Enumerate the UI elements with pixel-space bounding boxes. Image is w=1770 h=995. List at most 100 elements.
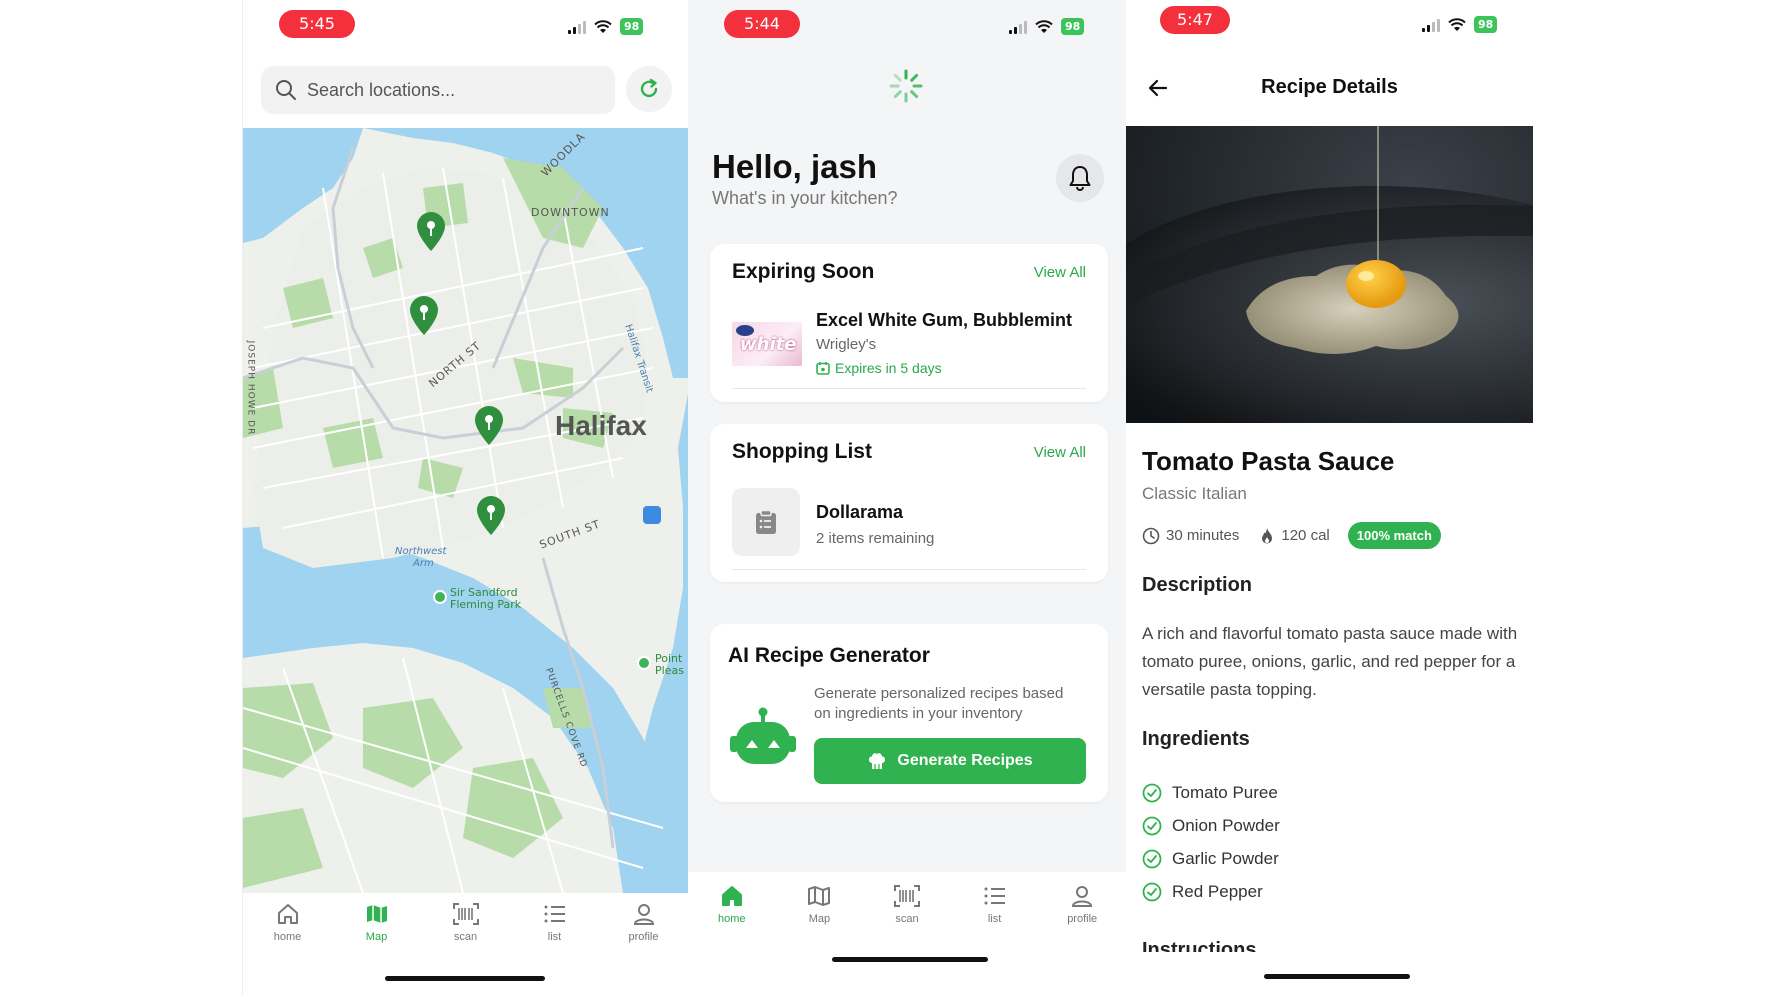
tab-bar: home Map scan list profile	[688, 884, 1126, 925]
battery-indicator: 98	[1474, 16, 1498, 33]
tab-scan[interactable]: scan	[426, 902, 506, 943]
barcode-icon	[893, 885, 920, 907]
expiring-item-brand: Wrigley's	[816, 336, 877, 353]
tab-scan[interactable]: scan	[867, 884, 947, 925]
clipboard-icon	[756, 509, 776, 534]
location-pin-icon[interactable]	[473, 404, 505, 446]
signal-icon	[568, 20, 586, 34]
home-indicator[interactable]	[385, 976, 545, 981]
instructions-heading: Instructions	[1142, 939, 1257, 952]
wifi-icon	[594, 19, 612, 33]
status-bar: 5:45 98	[243, 0, 688, 52]
location-pin-icon[interactable]	[415, 210, 447, 252]
recipe-details-screen: 5:47 98 Recipe Details Tomato Pasta Sauc…	[1126, 0, 1533, 995]
recipe-cuisine: Classic Italian	[1142, 484, 1247, 503]
tab-label: list	[547, 931, 562, 943]
status-time: 5:47	[1160, 6, 1230, 34]
recipe-description: A rich and flavorful tomato pasta sauce …	[1142, 624, 1518, 699]
search-input[interactable]	[307, 79, 587, 101]
map-view[interactable]: DOWNTOWN WOODLA NORTH ST SOUTH ST JOSEPH…	[243, 128, 688, 893]
notifications-button[interactable]	[1056, 154, 1104, 202]
recipe-time: 30 minutes	[1166, 527, 1240, 544]
tab-list[interactable]: list	[515, 902, 595, 943]
status-icons: 98	[1009, 18, 1085, 35]
tab-label: profile	[628, 931, 659, 943]
ingredient-name: Tomato Puree	[1172, 782, 1278, 802]
transit-stop-icon[interactable]	[643, 506, 661, 524]
park-marker-icon[interactable]	[433, 590, 447, 604]
product-thumbnail[interactable]: white	[732, 322, 802, 366]
shopping-list-thumb[interactable]	[732, 488, 800, 556]
barcode-icon	[452, 903, 479, 925]
wifi-icon	[1035, 19, 1053, 33]
ingredient-item: Garlic Powder	[1142, 842, 1280, 875]
tab-list[interactable]: list	[955, 884, 1035, 925]
flame-icon	[1262, 527, 1273, 543]
status-time: 5:44	[724, 10, 800, 38]
map-screen: 5:45 98 Search locations... DOWNTOWN WOO…	[242, 0, 688, 995]
map-icon	[366, 905, 387, 923]
expiring-item-name[interactable]: Excel White Gum, Bubblemint	[816, 310, 1072, 331]
map-label-northwest: Northwest	[395, 546, 447, 557]
home-icon	[277, 904, 298, 924]
ingredient-item: Tomato Puree	[1142, 776, 1280, 809]
expiring-view-all-link[interactable]: View All	[1034, 264, 1086, 281]
tab-profile[interactable]: profile	[604, 902, 684, 943]
home-icon	[721, 886, 742, 906]
signal-icon	[1422, 18, 1440, 32]
home-indicator[interactable]	[1264, 974, 1410, 979]
map-label-point-2: Pleas	[655, 664, 684, 677]
check-circle-icon	[1142, 882, 1162, 901]
map-city-label: Halifax	[555, 410, 647, 441]
location-pin-icon[interactable]	[475, 494, 507, 536]
match-badge: 100% match	[1347, 522, 1441, 549]
home-indicator[interactable]	[832, 957, 988, 962]
tab-home[interactable]: home	[692, 884, 772, 925]
shopping-view-all-link[interactable]: View All	[1034, 444, 1086, 461]
status-icons: 98	[568, 18, 644, 35]
check-circle-icon	[1142, 849, 1162, 868]
expiring-soon-title: Expiring Soon	[732, 260, 875, 283]
check-circle-icon	[1142, 816, 1162, 835]
shopping-list-remaining: 2 items remaining	[816, 530, 935, 547]
fried-egg-pan-image	[1126, 126, 1533, 423]
description-heading: Description	[1142, 574, 1253, 596]
status-icons: 98	[1422, 16, 1498, 33]
list-icon	[984, 887, 1005, 905]
tab-label: home	[273, 931, 302, 943]
expiry-text: Expires in 5 days	[835, 360, 942, 376]
tab-label: Map	[808, 913, 831, 925]
robot-icon	[730, 707, 796, 764]
tab-map[interactable]: Map	[779, 884, 859, 925]
ingredients-heading: Ingredients	[1142, 728, 1250, 750]
generate-recipes-button[interactable]: Generate Recipes	[814, 738, 1086, 784]
tab-label: Map	[365, 931, 388, 943]
tab-label: scan	[453, 931, 478, 943]
search-icon	[276, 80, 296, 100]
generate-recipes-label: Generate Recipes	[897, 752, 1033, 769]
profile-icon	[1072, 886, 1093, 907]
shopping-list-title: Shopping List	[732, 440, 872, 463]
tab-map[interactable]: Map	[337, 902, 417, 943]
status-bar: 5:44 98	[688, 0, 1126, 52]
location-pin-icon[interactable]	[408, 294, 440, 336]
profile-icon	[633, 904, 654, 925]
shopping-list-name[interactable]: Dollarama	[816, 502, 903, 523]
ai-recipe-title: AI Recipe Generator	[728, 644, 930, 667]
ingredients-list: Tomato Puree Onion Powder Garlic Powder …	[1142, 776, 1280, 908]
chef-hat-icon	[869, 753, 886, 769]
loading-spinner-icon	[889, 69, 923, 103]
ingredient-item: Red Pepper	[1142, 875, 1280, 908]
search-bar[interactable]	[261, 66, 615, 114]
wifi-icon	[1448, 17, 1466, 31]
battery-indicator: 98	[620, 18, 644, 35]
recipe-meta: 30 minutes 120 cal 100% match	[1142, 522, 1441, 549]
tab-home[interactable]: home	[248, 902, 328, 943]
status-bar: 5:47 98	[1126, 0, 1533, 52]
ai-recipe-card: AI Recipe Generator Generate personalize…	[710, 624, 1108, 802]
tab-profile[interactable]: profile	[1042, 884, 1122, 925]
map-label-downtown: DOWNTOWN	[531, 206, 610, 219]
point-marker-icon[interactable]	[637, 656, 651, 670]
ingredient-name: Onion Powder	[1172, 815, 1280, 835]
refresh-button[interactable]	[626, 66, 672, 112]
